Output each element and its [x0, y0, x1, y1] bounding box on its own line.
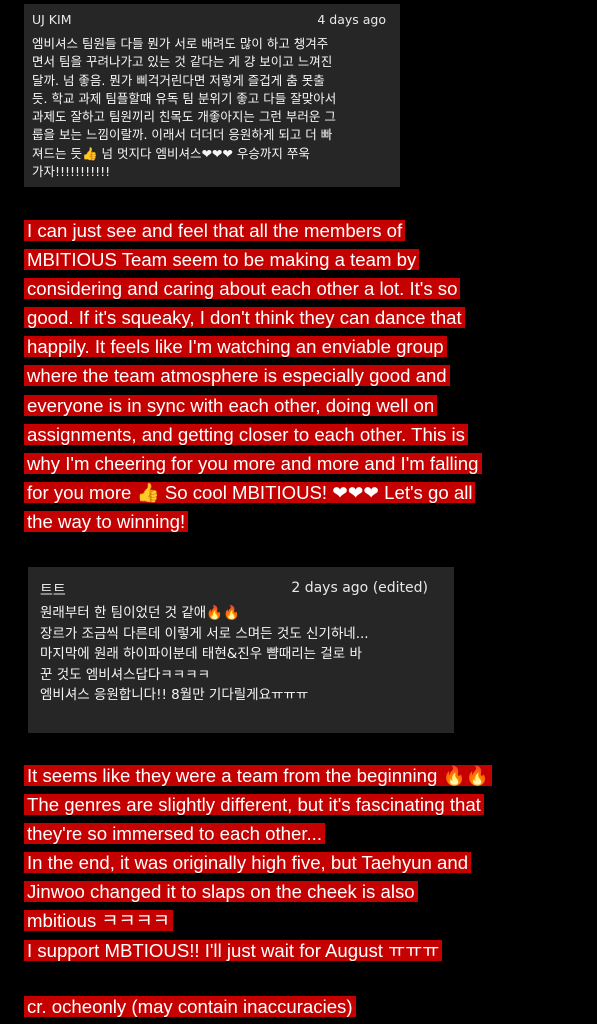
translation-line: considering and caring about each other … [24, 274, 584, 303]
translation-text: the way to winning! [24, 510, 189, 532]
translation-text: In the end, it was originally high five,… [24, 852, 472, 874]
comment-text: 원래부터 한 팀이었던 것 같애🔥🔥 장르가 조금씩 다른데 이렇게 서로 스며… [40, 605, 369, 703]
translation-text: why I'm cheering for you more and more a… [24, 452, 482, 474]
translation-line: Jinwoo changed it to slaps on the cheek … [24, 877, 584, 906]
translation-text: they're so immersed to each other... [24, 823, 325, 845]
translation-text: The genres are slightly different, but i… [24, 794, 484, 816]
comment-card: 트트 2 days ago (edited) 원래부터 한 팀이었던 것 같애🔥… [28, 567, 454, 733]
translation-line: the way to winning! [24, 507, 584, 536]
translation-line: mbitious ㅋㅋㅋㅋ [24, 906, 584, 935]
translation-credit: cr. ocheonly (may contain inaccuracies) [24, 992, 356, 1021]
translation-line: they're so immersed to each other... [24, 819, 584, 848]
translation-line: The genres are slightly different, but i… [24, 790, 584, 819]
translation-line: why I'm cheering for you more and more a… [24, 449, 584, 478]
comment-author[interactable]: 트트 [40, 580, 66, 600]
comment-text: 엠비셔스 팀원들 다들 뭔가 서로 배려도 많이 하고 챙겨주 면서 팀을 꾸려… [32, 36, 337, 180]
translation-block: I can just see and feel that all the mem… [24, 216, 584, 536]
translation-text: everyone is in sync with each other, doi… [24, 394, 438, 416]
translation-text: I can just see and feel that all the mem… [24, 220, 406, 241]
translation-line: for you more 👍 So cool MBITIOUS! ❤❤❤ Let… [24, 478, 584, 507]
translation-text: Jinwoo changed it to slaps on the cheek … [24, 881, 418, 903]
credit-text: cr. ocheonly (may contain inaccuracies) [24, 996, 356, 1017]
translation-line: happily. It feels like I'm watching an e… [24, 332, 584, 361]
comment-author[interactable]: UJ KIM [32, 12, 71, 27]
translation-text: where the team atmosphere is especially … [24, 365, 450, 387]
translation-line: In the end, it was originally high five,… [24, 848, 584, 877]
comment-timestamp: 4 days ago [317, 12, 386, 27]
translation-text: good. If it's squeaky, I don't think the… [24, 307, 465, 329]
translation-text: considering and caring about each other … [24, 278, 461, 300]
translation-line: where the team atmosphere is especially … [24, 361, 584, 390]
translation-block: It seems like they were a team from the … [24, 761, 584, 965]
translation-line: good. If it's squeaky, I don't think the… [24, 303, 584, 332]
translation-text: assignments, and getting closer to each … [24, 423, 468, 445]
translation-text: happily. It feels like I'm watching an e… [24, 336, 447, 358]
translation-text: mbitious ㅋㅋㅋㅋ [24, 910, 173, 932]
translation-text: for you more 👍 So cool MBITIOUS! ❤❤❤ Let… [24, 481, 476, 503]
comment-meta: 트트 2 days ago (edited) [40, 580, 428, 600]
translation-line: It seems like they were a team from the … [24, 761, 584, 790]
translation-text: MBITIOUS Team seem to be making a team b… [24, 249, 420, 271]
translation-line: everyone is in sync with each other, doi… [24, 391, 584, 420]
translation-text: It seems like they were a team from the … [24, 765, 492, 786]
translation-text: I support MBTIOUS!! I'll just wait for A… [24, 939, 443, 961]
comment-meta: UJ KIM 4 days ago [32, 12, 386, 27]
translation-line: MBITIOUS Team seem to be making a team b… [24, 245, 584, 274]
comment-timestamp: 2 days ago (edited) [291, 580, 428, 596]
comment-card: UJ KIM 4 days ago 엠비셔스 팀원들 다들 뭔가 서로 배려도 … [24, 4, 400, 187]
translation-line: I can just see and feel that all the mem… [24, 216, 584, 245]
translation-line: I support MBTIOUS!! I'll just wait for A… [24, 936, 584, 965]
translation-line: assignments, and getting closer to each … [24, 420, 584, 449]
